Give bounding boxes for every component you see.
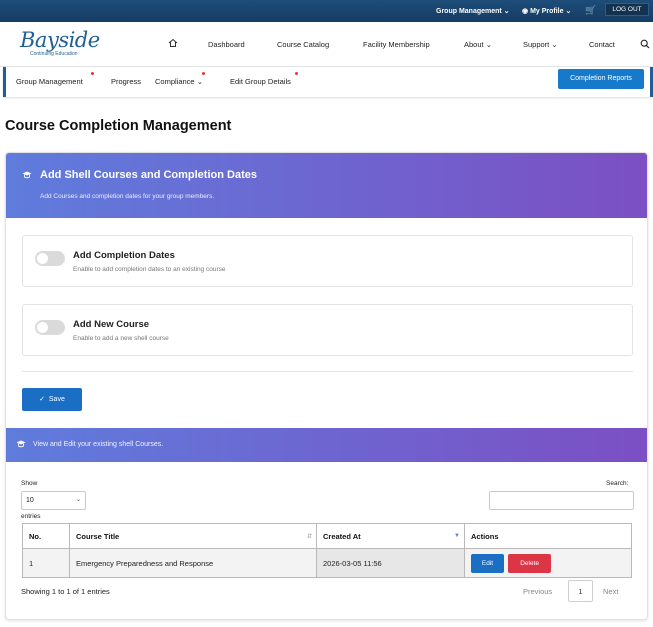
group-subnav: Group Management Progress Compliance ⌄ E…	[3, 67, 653, 97]
delete-button[interactable]: Delete	[508, 553, 552, 573]
check-icon: ✓	[39, 396, 45, 403]
divider	[22, 371, 633, 372]
show-label: Show	[21, 480, 38, 487]
chevron-down-icon: ⌄	[196, 77, 203, 86]
shell-courses-card: Add Shell Courses and Completion Dates A…	[5, 152, 648, 620]
sort-icon: ⇵	[306, 534, 312, 540]
column-header-created-at[interactable]: Created At ▼	[316, 523, 465, 549]
top-utility-bar: Group Management ⌄ ◉ My Profile ⌄ 🛒 LOG …	[0, 0, 653, 22]
logo-wordmark: Bayside	[20, 28, 100, 52]
toggle-knob	[37, 322, 48, 333]
pagination-next[interactable]: Next	[603, 587, 618, 596]
graduation-cap-icon	[16, 440, 26, 448]
subnav-edit-group-details[interactable]: Edit Group Details	[230, 77, 291, 86]
column-label: Created At	[323, 531, 361, 541]
column-header-no[interactable]: No.	[22, 523, 70, 549]
nav-support[interactable]: Support ⌄	[523, 40, 558, 49]
save-label: Save	[48, 396, 65, 403]
bayside-logo[interactable]: Bayside Continuing Education	[20, 28, 100, 62]
pagination-previous[interactable]: Previous	[523, 587, 552, 596]
band-text: View and Edit your existing shell Course…	[33, 441, 164, 448]
notification-dot	[91, 72, 94, 75]
nav-dashboard[interactable]: Dashboard	[208, 40, 245, 49]
my-profile-label: My Profile	[530, 8, 564, 15]
notification-dot	[295, 72, 298, 75]
search-label: Search:	[606, 480, 629, 487]
page-length-value: 10	[26, 497, 34, 504]
search-icon[interactable]	[640, 39, 650, 49]
toggle-description: Enable to add completion dates to an exi…	[73, 266, 226, 273]
save-button[interactable]: ✓ Save	[22, 388, 82, 411]
column-header-actions: Actions	[464, 523, 632, 549]
nav-support-label: Support	[523, 40, 550, 49]
graduation-cap-icon	[22, 171, 32, 179]
table-header-row: No. Course Title ⇵ Created At ▼ Actions	[22, 523, 632, 549]
chevron-down-icon: ⌄	[503, 8, 510, 15]
column-label: Course Title	[76, 531, 120, 541]
subnav-group-management[interactable]: Group Management	[16, 77, 83, 86]
my-profile-menu[interactable]: ◉ My Profile ⌄	[522, 7, 571, 15]
page-title: Course Completion Management	[5, 118, 232, 134]
table-info: Showing 1 to 1 of 1 entries	[21, 587, 110, 596]
nav-facility-membership[interactable]: Facility Membership	[363, 40, 430, 49]
toggle-title: Add New Course	[73, 319, 150, 330]
group-management-menu[interactable]: Group Management ⌄	[436, 7, 510, 15]
chevron-down-icon: ⌄	[76, 497, 82, 503]
add-completion-dates-toggle[interactable]	[35, 251, 65, 266]
cell-created-at: 2026-03-05 11:56	[316, 548, 465, 578]
column-header-course-title[interactable]: Course Title ⇵	[69, 523, 317, 549]
user-circle-icon: ◉	[522, 8, 529, 15]
existing-courses-band: View and Edit your existing shell Course…	[6, 428, 647, 462]
pagination-page-1[interactable]: 1	[568, 580, 593, 602]
chevron-down-icon: ⌄	[551, 40, 558, 49]
group-management-label: Group Management	[436, 8, 502, 15]
card-header: Add Shell Courses and Completion Dates A…	[6, 153, 647, 218]
page-length-select[interactable]: 10 ⌄	[21, 491, 86, 510]
toggle-title: Add Completion Dates	[73, 250, 175, 261]
nav-about-label: About	[464, 40, 484, 49]
subnav-compliance-label: Compliance	[155, 77, 195, 86]
toggle-knob	[37, 253, 48, 264]
cell-no: 1	[22, 548, 70, 578]
subnav-progress[interactable]: Progress	[111, 77, 141, 86]
chevron-down-icon: ⌄	[485, 40, 492, 49]
notification-dot	[202, 72, 205, 75]
chevron-down-icon: ⌄	[565, 8, 572, 15]
add-new-course-toggle[interactable]	[35, 320, 65, 335]
nav-course-catalog[interactable]: Course Catalog	[277, 40, 329, 49]
card-subtitle: Add Courses and completion dates for you…	[40, 193, 215, 200]
shell-courses-table: No. Course Title ⇵ Created At ▼ Actions 1 …	[22, 523, 632, 578]
logout-button[interactable]: LOG OUT	[605, 3, 649, 16]
edit-button[interactable]: Edit	[471, 553, 504, 573]
column-label: No.	[29, 531, 42, 541]
logo-tagline: Continuing Education	[30, 51, 78, 57]
main-navbar: Bayside Continuing Education Dashboard C…	[0, 22, 653, 67]
toggle-description: Enable to add a new shell course	[73, 335, 169, 342]
table-search-input[interactable]	[489, 491, 634, 510]
completion-reports-button[interactable]: Completion Reports	[558, 69, 644, 89]
add-completion-dates-panel: Add Completion Dates Enable to add compl…	[22, 235, 633, 287]
add-new-course-panel: Add New Course Enable to add a new shell…	[22, 304, 633, 356]
subnav-compliance[interactable]: Compliance ⌄	[155, 77, 203, 86]
card-title: Add Shell Courses and Completion Dates	[40, 169, 257, 181]
cell-course-title: Emergency Preparedness and Response	[69, 548, 317, 578]
nav-contact[interactable]: Contact	[589, 40, 615, 49]
table-row: 1 Emergency Preparedness and Response 20…	[22, 548, 632, 578]
cell-actions: Edit Delete	[464, 548, 632, 578]
cart-icon[interactable]: 🛒	[585, 5, 596, 16]
column-label: Actions	[471, 531, 499, 541]
nav-about[interactable]: About ⌄	[464, 40, 492, 49]
home-icon[interactable]	[168, 38, 178, 48]
entries-label: entries	[21, 513, 41, 520]
sort-desc-icon: ▼	[454, 533, 460, 539]
